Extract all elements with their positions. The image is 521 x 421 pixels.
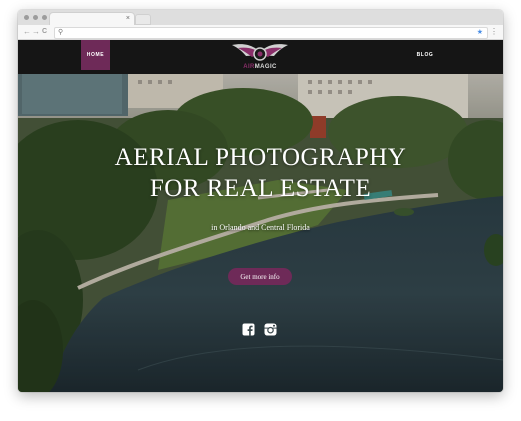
address-bar[interactable]: ⚲ ★ — [54, 27, 488, 39]
page-viewport: HOME AIRMAGIC BLOG AERIAL PHOTOGRAPHY FO… — [18, 40, 503, 392]
winged-camera-logo-icon — [232, 44, 288, 61]
browser-toolbar: ← → C ⚲ ★ ⋮ — [18, 25, 503, 40]
browser-tab-strip: × — [18, 10, 503, 25]
window-controls — [24, 15, 47, 20]
new-tab-button[interactable] — [136, 15, 150, 24]
bookmark-star-icon[interactable]: ★ — [477, 27, 483, 38]
hero-headline: AERIAL PHOTOGRAPHY FOR REAL ESTATE — [18, 142, 503, 204]
facebook-icon[interactable] — [242, 323, 255, 336]
get-more-info-button[interactable]: Get more info — [228, 268, 292, 285]
minimize-window-button[interactable] — [33, 15, 38, 20]
logo-word-part-2: MAGIC — [254, 64, 277, 70]
back-icon[interactable]: ← — [23, 26, 31, 38]
site-logo[interactable]: AIRMAGIC — [230, 42, 290, 73]
close-tab-icon[interactable]: × — [126, 13, 130, 25]
hero-headline-line-1: AERIAL PHOTOGRAPHY — [114, 144, 407, 171]
browser-tab[interactable]: × — [50, 13, 134, 25]
maximize-window-button[interactable] — [42, 15, 47, 20]
close-window-button[interactable] — [24, 15, 29, 20]
hero-subtitle: in Orlando and Central Florida — [211, 223, 310, 232]
logo-word-part-1: AIR — [243, 64, 255, 70]
hero-overlay — [18, 74, 503, 392]
reload-icon[interactable]: C — [42, 26, 47, 38]
hero-headline-line-2: FOR REAL ESTATE — [149, 175, 372, 202]
nav-blog-link[interactable]: BLOG — [412, 40, 438, 70]
instagram-icon[interactable] — [264, 323, 277, 336]
browser-menu-icon[interactable]: ⋮ — [490, 26, 498, 38]
logo-wordmark: AIRMAGIC — [230, 63, 290, 71]
browser-window: × ← → C ⚲ ★ ⋮ HOME AIRMAGIC BLOG AERIAL … — [18, 10, 503, 392]
forward-icon[interactable]: → — [32, 26, 40, 38]
site-header: HOME AIRMAGIC BLOG — [18, 40, 503, 74]
nav-home-link[interactable]: HOME — [81, 40, 110, 70]
search-icon: ⚲ — [58, 29, 64, 36]
